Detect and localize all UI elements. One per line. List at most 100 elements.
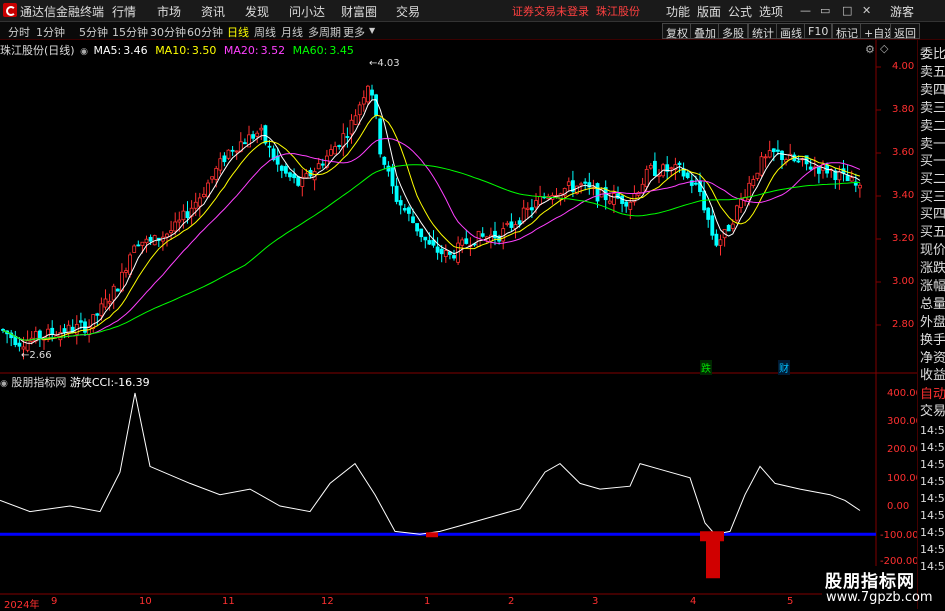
panel-item[interactable]: 买一	[920, 154, 945, 170]
menu-news[interactable]: 资讯	[201, 3, 225, 20]
panel-item[interactable]: 买四	[920, 207, 945, 223]
panel-item[interactable]: 卖二	[920, 119, 945, 135]
menu-quotes[interactable]: 行情	[112, 3, 136, 20]
panel-item[interactable]: 卖三	[920, 101, 945, 117]
panel-item[interactable]: 卖一	[920, 137, 945, 153]
candle-body	[378, 118, 383, 155]
candle-body	[165, 233, 169, 238]
candle-body	[50, 327, 55, 335]
candle-body	[201, 193, 206, 197]
panel-item[interactable]: 收益	[920, 368, 945, 384]
dropdown-icon[interactable]: ▼	[369, 26, 375, 35]
menu-formula[interactable]: 公式	[728, 3, 752, 20]
f10-button[interactable]: F10	[804, 23, 833, 39]
panel-item[interactable]: 涨幅	[920, 279, 945, 295]
price-tick: 3.40	[892, 190, 915, 201]
candle-body	[345, 136, 350, 138]
event-marker-finance[interactable]: 财	[778, 360, 790, 375]
period-15min[interactable]: 15分钟	[112, 24, 148, 40]
chart-area[interactable]	[0, 40, 945, 609]
menu-layout[interactable]: 版面	[697, 3, 721, 20]
candle-body	[837, 171, 842, 181]
candle-body	[169, 230, 174, 234]
candle-body	[173, 221, 178, 232]
mark-button[interactable]: 标记	[832, 23, 862, 40]
menu-trade[interactable]: 交易	[396, 3, 420, 20]
candle-body	[443, 250, 448, 257]
trade-tab[interactable]: 交易	[920, 404, 945, 420]
panel-item[interactable]: 净资	[920, 351, 945, 367]
x-axis-label: 2	[508, 596, 515, 607]
period-tick[interactable]: 分时	[8, 24, 30, 40]
trade-login-notice[interactable]: 证券交易未登录 珠江股份	[512, 3, 640, 19]
cci-alert-bar	[706, 534, 720, 579]
candle-body	[640, 183, 645, 194]
panel-item[interactable]: 买五	[920, 225, 945, 241]
candle-body	[534, 200, 538, 208]
candle-body	[91, 314, 96, 329]
candle-body	[394, 185, 399, 202]
period-more[interactable]: 更多	[343, 24, 365, 40]
candle-body	[222, 155, 227, 163]
restore-icon[interactable]: ▭	[820, 4, 830, 17]
settings-gear-icon[interactable]: ⚙	[865, 43, 875, 56]
period-daily[interactable]: 日线	[227, 24, 249, 40]
panel-item[interactable]: 总量	[920, 297, 945, 313]
trading-terminal: 通达信金融终端 行情 市场 资讯 发现 问小达 财富圈 交易 证券交易未登录 珠…	[0, 0, 945, 611]
panel-item[interactable]: 卖四	[920, 83, 945, 99]
x-axis-label: 12	[321, 596, 334, 607]
ma5-legend: MA5: 3.46	[93, 44, 148, 57]
candle-body	[845, 175, 850, 182]
period-1min[interactable]: 1分钟	[36, 24, 65, 40]
menu-market[interactable]: 市场	[157, 3, 181, 20]
candle-body	[480, 233, 485, 237]
panel-item[interactable]: 委比	[920, 47, 945, 63]
candle-body	[300, 176, 305, 187]
panel-item[interactable]: 涨跌	[920, 261, 945, 277]
candle-body	[521, 207, 526, 222]
price-tick: 3.80	[892, 104, 915, 115]
event-marker-drop[interactable]: 跌	[700, 360, 712, 375]
period-5min[interactable]: 5分钟	[79, 24, 108, 40]
panel-item[interactable]: 现价	[920, 243, 945, 259]
period-multi[interactable]: 多周期	[308, 24, 341, 40]
menu-options[interactable]: 选项	[759, 3, 783, 20]
trade-time: 14:56	[920, 543, 945, 556]
close-icon[interactable]: ✕	[862, 4, 871, 17]
x-axis-label: 3	[592, 596, 599, 607]
candle-body	[38, 330, 42, 340]
candle-body	[780, 150, 784, 160]
candle-body	[337, 145, 342, 147]
period-monthly[interactable]: 月线	[281, 24, 303, 40]
adjust-button[interactable]: 复权	[662, 23, 692, 40]
panel-item[interactable]: 买二	[920, 172, 945, 188]
price-tick: 3.60	[892, 147, 915, 158]
collapse-icon[interactable]: ◇	[880, 42, 888, 55]
guest-user[interactable]: 游客	[890, 3, 914, 20]
candle-body	[365, 85, 370, 103]
minimize-icon[interactable]: —	[800, 4, 811, 17]
statistics-button[interactable]: 统计	[748, 23, 778, 40]
period-60min[interactable]: 60分钟	[187, 24, 223, 40]
panel-item[interactable]: 换手	[920, 333, 945, 349]
cci-line	[0, 392, 861, 535]
panel-item[interactable]: 买三	[920, 190, 945, 206]
app-logo-icon	[3, 3, 17, 17]
menu-function[interactable]: 功能	[666, 3, 690, 20]
drawing-button[interactable]: 画线	[776, 23, 806, 40]
auto-trade-tab[interactable]: 自动	[920, 387, 945, 403]
panel-item[interactable]: 卖五	[920, 65, 945, 81]
candle-body	[230, 149, 235, 152]
menu-discover[interactable]: 发现	[245, 3, 269, 20]
period-30min[interactable]: 30分钟	[150, 24, 186, 40]
candle-body	[583, 181, 588, 184]
period-weekly[interactable]: 周线	[254, 24, 276, 40]
maximize-icon[interactable]: □	[842, 4, 852, 17]
back-button[interactable]: 返回	[890, 23, 920, 40]
panel-item[interactable]: 外盘	[920, 315, 945, 331]
multi-stock-button[interactable]: 多股	[718, 23, 748, 40]
menu-ask[interactable]: 问小达	[289, 3, 325, 20]
overlay-button[interactable]: 叠加	[690, 23, 720, 40]
indicator-name[interactable]: 股朋指标网	[11, 376, 66, 389]
menu-wealth-circle[interactable]: 财富圈	[341, 3, 377, 20]
